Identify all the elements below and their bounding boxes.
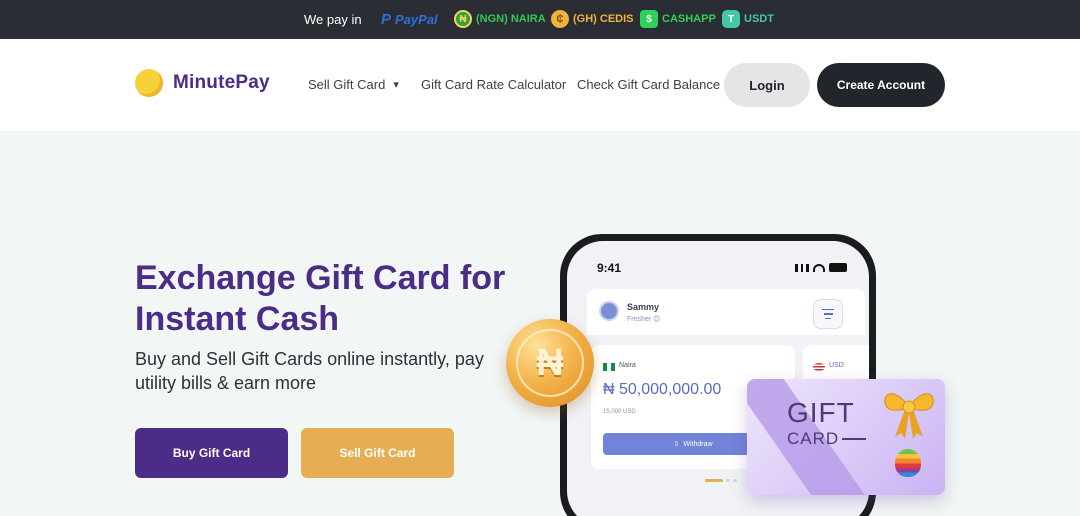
- withdraw-icon: ⇩: [673, 441, 680, 448]
- minutepay-logo-icon: [135, 69, 163, 97]
- payment-method-label: (NGN) NAIRA: [476, 13, 546, 25]
- gift-card-text-card-label: CARD: [787, 429, 840, 448]
- cashapp-icon: $: [640, 10, 658, 28]
- naira-icon: ₦: [454, 10, 472, 28]
- gift-card-text-gift: GIFT: [787, 397, 855, 428]
- cedis-icon: ₵: [551, 10, 569, 28]
- brand-logo[interactable]: MinutePay: [135, 69, 270, 97]
- phone-status-icons: [795, 263, 847, 272]
- wifi-icon: [813, 263, 825, 272]
- sell-gift-card-button[interactable]: Sell Gift Card: [301, 428, 454, 478]
- site-header: MinutePay Sell Gift Card ▾ Gift Card Rat…: [0, 39, 1080, 131]
- wallet-usd: 15,000 USD: [603, 409, 636, 415]
- buy-gift-card-button[interactable]: Buy Gift Card: [135, 428, 288, 478]
- payment-method-label: USDT: [744, 13, 774, 25]
- hero-title: Exchange Gift Card for Instant Cash: [135, 259, 506, 338]
- create-account-button[interactable]: Create Account: [817, 63, 945, 107]
- brand-name: MinutePay: [173, 72, 270, 93]
- payment-method-cashapp: $ CASHAPP: [640, 9, 716, 29]
- wallet-amount: ₦ 50,000,000.00: [603, 381, 722, 398]
- wallet2-currency: USD: [829, 362, 844, 369]
- phone-user-card: Sammy Fresher 😊: [587, 289, 865, 335]
- usdt-icon: T: [722, 10, 740, 28]
- naira-symbol: ₦: [516, 329, 584, 397]
- wallet-currency: Naira: [619, 362, 636, 369]
- phone-time: 9:41: [597, 261, 622, 275]
- avatar: [599, 301, 619, 321]
- carousel-dots: [705, 479, 737, 482]
- nav-sell-label: Sell Gift Card: [308, 77, 386, 92]
- payment-method-usdt: T USDT: [722, 9, 774, 29]
- pay-label: We pay in: [304, 12, 362, 27]
- top-payment-bar: We pay in P PayPal ₦ (NGN) NAIRA ₵ (GH) …: [0, 0, 1080, 39]
- us-flag-icon: [813, 363, 825, 371]
- payment-method-naira: ₦ (NGN) NAIRA: [454, 9, 546, 29]
- nav-rate-calculator[interactable]: Gift Card Rate Calculator: [421, 77, 566, 92]
- nav-sell-gift-card[interactable]: Sell Gift Card ▾: [308, 77, 399, 92]
- naira-coin-image: ₦: [506, 319, 594, 407]
- nav-check-balance[interactable]: Check Gift Card Balance: [577, 77, 720, 92]
- payment-method-paypal: P PayPal: [381, 9, 438, 29]
- phone-user-name: Sammy: [627, 302, 660, 312]
- gift-card-text-card: CARD: [787, 429, 867, 449]
- gift-bow-icon: [884, 393, 934, 439]
- signal-icon: [795, 263, 809, 272]
- gift-card-image: GIFT CARD: [747, 379, 945, 495]
- payment-method-cedis: ₵ (GH) CEDIS: [551, 9, 634, 29]
- phone-user-level: Fresher 😊: [627, 316, 661, 323]
- apple-logo-icon: [895, 449, 921, 477]
- payment-method-label: CASHAPP: [662, 13, 716, 25]
- paypal-icon: P: [381, 10, 392, 28]
- withdraw-label: Withdraw: [683, 440, 713, 448]
- menu-icon: [813, 299, 843, 329]
- payment-method-label: (GH) CEDIS: [573, 13, 634, 25]
- battery-icon: [829, 263, 847, 272]
- nigeria-flag-icon: [603, 363, 615, 371]
- payment-method-label: PayPal: [395, 11, 438, 27]
- login-button[interactable]: Login: [724, 63, 810, 107]
- chevron-down-icon: ▾: [393, 79, 399, 91]
- hero-subtitle: Buy and Sell Gift Cards online instantly…: [135, 349, 484, 393]
